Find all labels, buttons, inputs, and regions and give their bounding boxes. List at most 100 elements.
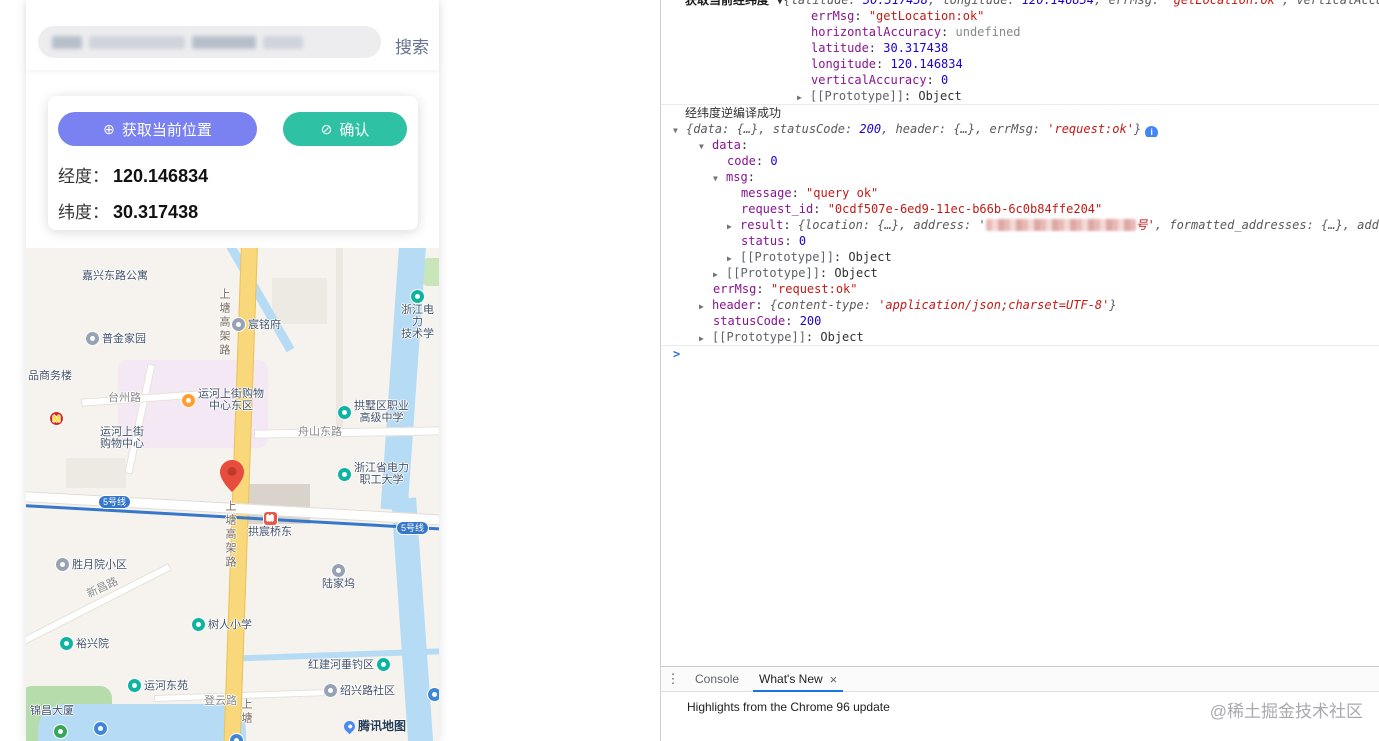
console-output[interactable]: 获取当前经纬度 ▼ {latitude: 30.317438, longitude…: [661, 0, 1379, 666]
console-text: 200: [799, 314, 822, 328]
console-text: {latitude:: [783, 0, 863, 7]
kebab-menu-icon[interactable]: ⋮: [661, 671, 685, 687]
map-label-text: 裕兴院: [76, 637, 109, 650]
console-line[interactable]: ▼ {data: {…}, statusCode: 200, header: {……: [661, 121, 1379, 137]
map-label-text: 新昌路: [85, 575, 120, 601]
search-input[interactable]: [38, 26, 381, 58]
map-label: 5号线: [396, 521, 430, 535]
disclosure-arrow-icon[interactable]: ▶: [727, 251, 740, 265]
blue-poi-icon: [94, 722, 107, 735]
console-text: 号': [1135, 218, 1155, 232]
console-text: "getLocation:ok": [868, 9, 985, 23]
map-label: 浙江电力 技术学: [396, 290, 439, 340]
longitude-label: 经度：: [58, 167, 109, 186]
console-log: 获取当前经纬度 ▼ {latitude: 30.317438, longitude…: [661, 0, 1379, 362]
map-labels-layer: 嘉兴东路公寓 浙江电力 技术学 宸铭府 普金家园 品商务楼 台州路 运河上街购物 中心东区拱…: [26, 248, 439, 741]
search-button[interactable]: 搜索: [395, 33, 429, 58]
console-line[interactable]: ▶ header: {content-type: 'application/jso…: [661, 297, 1379, 313]
gray-poi-icon: [332, 564, 345, 577]
map-label-text: 上塘高架路: [224, 500, 236, 570]
console-text: horizontalAccuracy: [811, 25, 942, 39]
disclosure-arrow-icon[interactable]: ▶: [797, 90, 810, 104]
console-prompt[interactable]: >: [661, 346, 1379, 362]
console-text: , longitude:: [927, 0, 1022, 7]
map-label: 裕兴院: [60, 637, 109, 650]
disclosure-arrow-icon[interactable]: ▼: [673, 123, 686, 137]
map-label: 腾讯地图: [341, 718, 406, 734]
map-label: 运河上街购物 中心东区: [182, 388, 264, 412]
tencent-map-logo-icon: [341, 718, 358, 734]
disclosure-arrow-icon[interactable]: ▶: [727, 219, 740, 233]
gray-poi-icon: [56, 558, 69, 571]
get-location-label: 获取当前位置: [121, 121, 212, 139]
confirm-button[interactable]: ⊘ 确认: [283, 112, 407, 146]
console-text: longitude: [811, 57, 877, 71]
green-poi-icon: [54, 725, 67, 738]
map-label-text: 红建河垂钓区: [308, 658, 374, 671]
map[interactable]: 嘉兴东路公寓 浙江电力 技术学 宸铭府 普金家园 品商务楼 台州路 运河上街购物 中心东区拱…: [26, 248, 439, 741]
map-label: 陆家坞: [322, 564, 355, 590]
map-label-text: 运河东苑: [144, 679, 188, 692]
console-text: 0: [798, 234, 807, 248]
console-text: }: [1109, 298, 1117, 312]
map-label-text: 拱墅区职业 高级中学: [354, 400, 409, 424]
map-label: 品商务楼: [28, 370, 72, 382]
console-text: "request:ok": [770, 282, 858, 296]
orange-poi-icon: [182, 393, 195, 407]
console-text: statusCode: [713, 314, 786, 328]
tab-console[interactable]: Console: [685, 667, 749, 692]
console-text: :: [755, 154, 771, 168]
drawer-tabbar: ⋮ Console What's New ×: [661, 667, 1379, 692]
console-text: 经纬度逆编译成功: [685, 106, 782, 120]
map-label-text: 普金家园: [102, 332, 146, 345]
console-text: latitude: [811, 41, 869, 55]
blue-poi-icon: [230, 734, 243, 741]
console-text: :: [783, 218, 798, 232]
console-text: 获取当前经纬度: [685, 0, 777, 7]
map-label: 普金家园: [86, 332, 146, 345]
map-label: 台州路: [108, 392, 141, 404]
console-text: Object: [848, 250, 892, 264]
disclosure-arrow-icon[interactable]: ▼: [699, 139, 712, 153]
disclosure-arrow-icon[interactable]: ▼: [713, 171, 726, 185]
map-label: 舟山东路: [298, 426, 342, 438]
console-text: {content-type:: [769, 298, 879, 312]
get-location-button[interactable]: ⊕ 获取当前位置: [58, 112, 257, 146]
console-text: "query ok": [806, 186, 879, 200]
console-text: :: [784, 234, 799, 248]
console-text: :: [756, 282, 771, 296]
teal-poi-icon: [338, 405, 351, 419]
console-line[interactable]: ▶ [[Prototype]]: Object: [661, 249, 1379, 265]
console-line: errMsg: "getLocation:ok": [661, 8, 1379, 24]
latitude-row: 纬度： 30.317438: [58, 198, 198, 223]
watermark: @稀土掘金技术社区: [1209, 702, 1363, 721]
console-prompt-chevron-icon[interactable]: >: [673, 346, 686, 362]
console-line: errMsg: "request:ok": [661, 281, 1379, 297]
disclosure-arrow-icon[interactable]: ▶: [699, 331, 712, 345]
blue-poi-icon: [428, 688, 439, 701]
console-line: status: 0: [661, 233, 1379, 249]
tab-whats-new[interactable]: What's New ×: [749, 667, 847, 692]
console-line[interactable]: ▶ [[Prototype]]: Object: [661, 88, 1379, 104]
close-icon[interactable]: ×: [830, 672, 838, 687]
tab-whats-new-label: What's New: [759, 672, 823, 686]
console-text: undefined: [955, 25, 1021, 39]
console-text: code: [727, 154, 756, 168]
disclosure-arrow-icon[interactable]: ▶: [699, 299, 712, 313]
map-label-text: 树人小学: [208, 618, 252, 631]
console-text: request_id: [741, 202, 814, 216]
console-text: "0cdf507e-6ed9-11ec-b66b-6c0b84ffe204": [827, 202, 1103, 216]
console-line[interactable]: ▶ result: {location: {…}, address: ' 号', f…: [661, 217, 1379, 233]
console-line[interactable]: ▼ msg:: [661, 169, 1379, 185]
disclosure-arrow-icon[interactable]: ▶: [713, 267, 726, 281]
console-text: :: [833, 250, 849, 264]
console-line[interactable]: ▶ [[Prototype]]: Object: [661, 265, 1379, 281]
console-text: message: [741, 186, 792, 200]
console-line[interactable]: ▼ data:: [661, 137, 1379, 153]
map-label: 上塘高架路: [224, 500, 284, 570]
location-pin-icon: [220, 460, 244, 492]
console-text: :: [747, 170, 755, 184]
console-text: 30.317438: [862, 0, 928, 7]
console-text: 120.146834: [1021, 0, 1095, 7]
console-line[interactable]: ▶ [[Prototype]]: Object: [661, 329, 1379, 345]
